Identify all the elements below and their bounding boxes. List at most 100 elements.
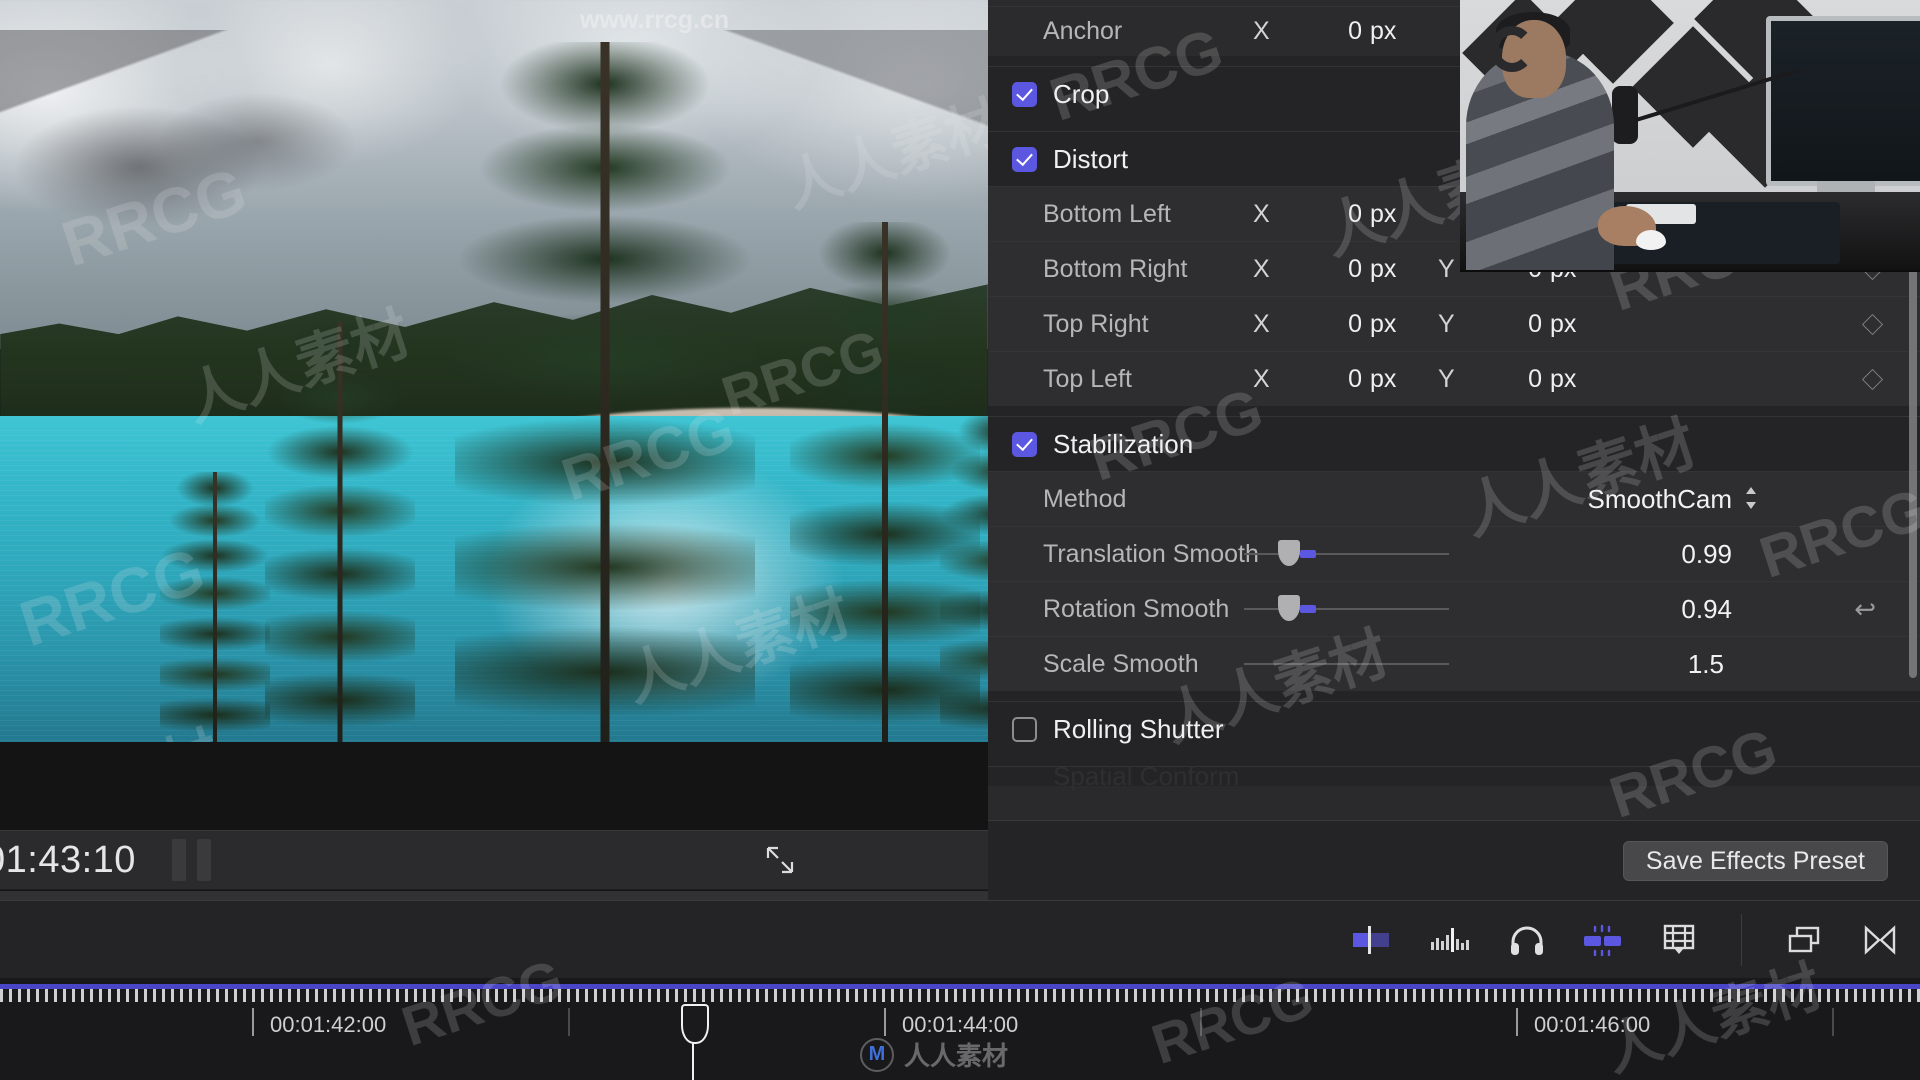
inspector-footer: Save Effects Preset bbox=[988, 820, 1920, 900]
param-label-top-left: Top Left bbox=[1043, 364, 1132, 393]
param-label-translation-smooth: Translation Smooth bbox=[1043, 539, 1259, 568]
bottom-left-x-unit: px bbox=[1370, 199, 1397, 228]
top-left-y-unit: px bbox=[1550, 364, 1577, 393]
headphones-icon bbox=[1490, 26, 1534, 72]
axis-y-label: Y bbox=[1438, 364, 1455, 393]
pause-icon[interactable] bbox=[171, 839, 211, 881]
bottom-right-x-value[interactable]: 0 bbox=[1308, 255, 1362, 284]
chevron-updown-icon[interactable] bbox=[1744, 485, 1758, 514]
top-right-y-unit: px bbox=[1550, 309, 1577, 338]
distort-checkbox[interactable] bbox=[1012, 146, 1037, 172]
param-label-rotation-smooth: Rotation Smooth bbox=[1043, 594, 1230, 623]
axis-x-label: X bbox=[1253, 309, 1270, 338]
ruler-minor-tick bbox=[1832, 1008, 1834, 1036]
total-duration-row: 2:16:11 total duration › bbox=[0, 891, 988, 900]
rotation-smooth-slider[interactable] bbox=[1244, 595, 1449, 621]
param-row-top-right[interactable]: Top Right X 0 px Y 0 px bbox=[988, 296, 1920, 351]
filmstrip-icon[interactable] bbox=[1655, 918, 1703, 962]
section-label-stabilization: Stabilization bbox=[1053, 428, 1194, 459]
ruler-tick bbox=[884, 1008, 886, 1036]
param-row-rotation-smooth[interactable]: Rotation Smooth 0.94 ↩ bbox=[988, 581, 1920, 636]
anchor-x-unit: px bbox=[1370, 17, 1397, 45]
top-right-y-value[interactable]: 0 bbox=[1488, 310, 1542, 339]
scale-smooth-slider[interactable] bbox=[1244, 662, 1449, 666]
section-row-rolling-shutter[interactable]: Rolling Shutter bbox=[988, 701, 1920, 756]
ruler-minor-tick bbox=[568, 1008, 570, 1036]
section-label-spatial-conform: Spatial Conform bbox=[1053, 761, 1240, 791]
preview-frame-image bbox=[0, 0, 988, 742]
param-label-bottom-left: Bottom Left bbox=[1043, 199, 1171, 228]
audio-meters-icon[interactable] bbox=[1579, 918, 1627, 962]
stabilization-checkbox[interactable] bbox=[1012, 431, 1037, 457]
fullscreen-icon[interactable] bbox=[766, 846, 794, 874]
viewer-transport-bar: 01:43:10 bbox=[0, 830, 988, 890]
section-label-crop: Crop bbox=[1053, 78, 1110, 109]
param-label-scale: Scale bbox=[1043, 0, 1106, 1]
anchor-x-value[interactable]: 0 bbox=[1308, 17, 1362, 46]
ruler-label: 00:01:44:00 bbox=[902, 1012, 1019, 1037]
timeline-ruler[interactable]: 00:01:42:00 00:01:44:00 00:01:46:00 M 人人… bbox=[0, 947, 1920, 1080]
param-label-scale-smooth: Scale Smooth bbox=[1043, 649, 1199, 678]
param-label-anchor: Anchor bbox=[1043, 17, 1123, 45]
transitions-icon[interactable] bbox=[1856, 918, 1904, 962]
logo-text: 人人素材 bbox=[904, 1041, 1009, 1071]
axis-y-label: Y bbox=[1438, 254, 1455, 283]
scale-smooth-value[interactable]: 1.5 bbox=[1688, 649, 1724, 680]
video-waveform-icon[interactable] bbox=[1351, 918, 1399, 962]
axis-y-label: Y bbox=[1438, 309, 1455, 338]
ruler-minor-tick bbox=[1200, 1008, 1202, 1036]
tree bbox=[455, 42, 755, 742]
top-left-x-value[interactable]: 0 bbox=[1308, 365, 1362, 394]
ruler-label: 00:01:46:00 bbox=[1534, 1012, 1651, 1037]
section-row-stabilization[interactable]: Stabilization bbox=[988, 416, 1920, 471]
ruler-tick bbox=[1516, 1008, 1518, 1036]
reset-icon[interactable]: ↩ bbox=[1854, 594, 1876, 625]
tree bbox=[160, 472, 270, 742]
keyframe-diamond-icon[interactable] bbox=[1861, 368, 1884, 390]
video-preview[interactable]: RRCG RRCG RRCG RRCG 人人素材 人人素材 人人素材 人人素材 bbox=[0, 0, 988, 742]
section-gap bbox=[988, 691, 1920, 701]
param-row-scale-smooth[interactable]: Scale Smooth 1.5 bbox=[988, 636, 1920, 691]
top-right-x-value[interactable]: 0 bbox=[1308, 310, 1362, 339]
axis-x-label: X bbox=[1253, 199, 1270, 228]
webcam-overlay[interactable] bbox=[1460, 0, 1920, 272]
bottom-right-x-unit: px bbox=[1370, 254, 1397, 283]
rolling-shutter-checkbox[interactable] bbox=[1012, 716, 1037, 742]
translation-smooth-value[interactable]: 0.99 bbox=[1681, 539, 1732, 570]
imac-display bbox=[1766, 16, 1920, 186]
top-left-x-unit: px bbox=[1370, 364, 1397, 393]
ruler-tick bbox=[252, 1008, 254, 1036]
save-effects-preset-button[interactable]: Save Effects Preset bbox=[1622, 841, 1888, 881]
section-row-spatial-conform-clipped[interactable]: Spatial Conform bbox=[988, 761, 1920, 791]
section-label-rolling-shutter: Rolling Shutter bbox=[1053, 713, 1224, 744]
param-row-translation-smooth[interactable]: Translation Smooth 0.99 bbox=[988, 526, 1920, 581]
ruler-label: 00:01:42:00 bbox=[270, 1012, 387, 1037]
method-value[interactable]: SmoothCam bbox=[1588, 484, 1733, 515]
translation-smooth-slider[interactable] bbox=[1244, 540, 1449, 566]
microphone-icon bbox=[1612, 86, 1638, 144]
timeline-toolbar bbox=[0, 900, 1920, 978]
timeline-ticks bbox=[0, 989, 1920, 1002]
param-label-top-right: Top Right bbox=[1043, 309, 1149, 338]
keyframe-diamond-icon[interactable] bbox=[1861, 313, 1884, 335]
toolbar-icon-group bbox=[1351, 901, 1904, 979]
tree bbox=[265, 322, 415, 742]
playhead[interactable] bbox=[681, 1004, 709, 1080]
bottom-left-x-value[interactable]: 0 bbox=[1308, 200, 1362, 229]
param-row-method[interactable]: Method SmoothCam bbox=[988, 471, 1920, 526]
tree bbox=[940, 412, 988, 742]
current-timecode[interactable]: 01:43:10 bbox=[0, 839, 136, 882]
viewer-pane: RRCG RRCG RRCG RRCG 人人素材 人人素材 人人素材 人人素材 … bbox=[0, 0, 988, 900]
rotation-smooth-value[interactable]: 0.94 bbox=[1681, 594, 1732, 625]
windows-icon[interactable] bbox=[1780, 918, 1828, 962]
headphones-icon[interactable] bbox=[1503, 918, 1551, 962]
axis-x-label: X bbox=[1253, 254, 1270, 283]
crop-checkbox[interactable] bbox=[1012, 81, 1037, 107]
watermark-logo: M 人人素材 bbox=[860, 1036, 1008, 1073]
final-cut-pro-window: RRCG RRCG RRCG RRCG 人人素材 人人素材 人人素材 人人素材 … bbox=[0, 0, 1920, 1080]
section-gap bbox=[988, 406, 1920, 416]
param-row-top-left[interactable]: Top Left X 0 px Y 0 px bbox=[988, 351, 1920, 406]
top-left-y-value[interactable]: 0 bbox=[1488, 365, 1542, 394]
watermark-brand: RRCG bbox=[1144, 965, 1321, 1076]
audio-waveform-icon[interactable] bbox=[1427, 918, 1475, 962]
